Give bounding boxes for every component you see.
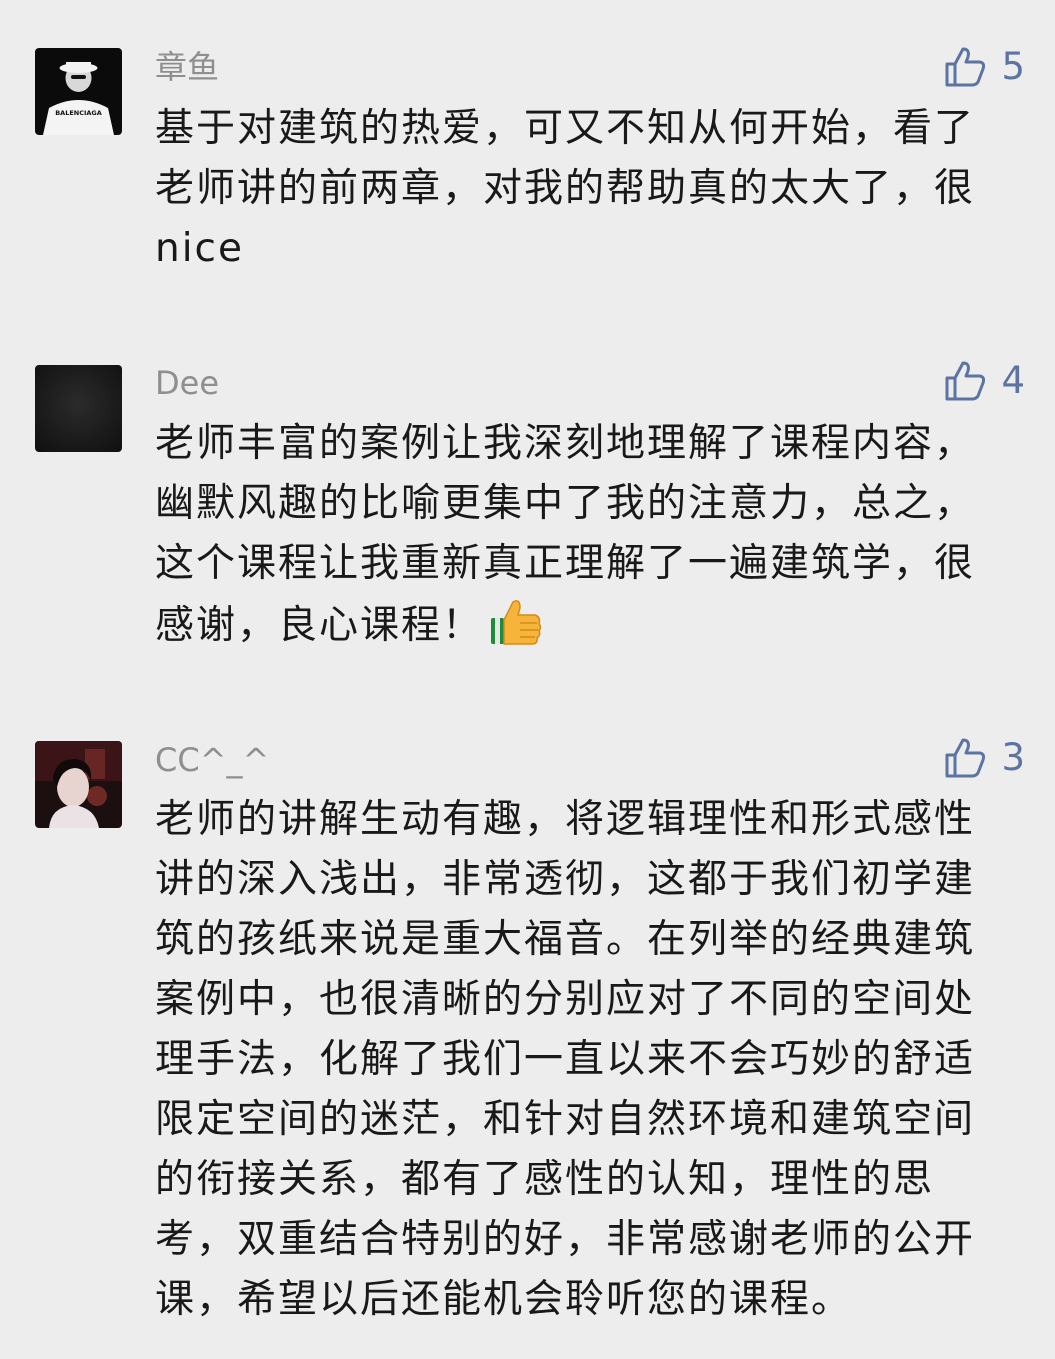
comment-line: 基于对建筑的热爱，可又不知从何开始，看了 <box>155 106 976 151</box>
comment-line: 案例中，也很清晰的分别应对了不同的空间处 <box>155 977 976 1022</box>
avatar-image <box>35 741 122 828</box>
comment-text: 老师丰富的案例让我深刻地理解了课程内容， 幽默风趣的比喻更集中了我的注意力，总之… <box>155 414 1025 656</box>
comment-line: 课，希望以后还能机会聆听您的课程。 <box>155 1277 853 1322</box>
username[interactable]: 章鱼 <box>155 47 219 87</box>
avatar-shirt-print: BALENCIAGA <box>55 109 102 117</box>
comment-line: 老师讲的前两章，对我的帮助真的太大了，很 <box>155 166 976 211</box>
avatar-image <box>35 365 122 452</box>
comment-line: 幽默风趣的比喻更集中了我的注意力，总之， <box>155 481 976 526</box>
like-button[interactable]: 3 <box>943 733 1025 783</box>
like-count: 5 <box>1001 45 1025 88</box>
like-count: 3 <box>1001 736 1025 779</box>
comment-line: 的衔接关系，都有了感性的认知，理性的思 <box>155 1157 935 1202</box>
comment-line: 这个课程让我重新真正理解了一遍建筑学，很 <box>155 541 976 586</box>
like-button[interactable]: 4 <box>943 356 1025 406</box>
avatar[interactable] <box>35 365 122 452</box>
username[interactable]: Dee <box>155 363 219 403</box>
avatar[interactable] <box>35 741 122 828</box>
thumbs-up-outline-icon <box>945 47 986 87</box>
thumbs-up-emoji <box>489 594 543 648</box>
comment-line: nice <box>155 226 244 271</box>
comment-line: 讲的深入浅出，非常透彻，这都于我们初学建 <box>155 857 976 902</box>
avatar-image: BALENCIAGA <box>35 48 122 135</box>
thumbs-up-outline-icon <box>945 738 986 778</box>
avatar[interactable]: BALENCIAGA <box>35 48 122 135</box>
comment-line: 筑的孩纸来说是重大福音。在列举的经典建筑 <box>155 917 976 962</box>
comment-line: 理手法，化解了我们一直以来不会巧妙的舒适 <box>155 1037 976 1082</box>
comment-text: 基于对建筑的热爱，可又不知从何开始，看了 老师讲的前两章，对我的帮助真的太大了，… <box>155 99 1025 279</box>
thumbs-up-outline-icon <box>945 361 986 401</box>
comment-text: 老师的讲解生动有趣，将逻辑理性和形式感性 讲的深入浅出，非常透彻，这都于我们初学… <box>155 790 1025 1330</box>
comment-line: 感谢，良心课程！ <box>155 603 484 648</box>
comment-line: 考，双重结合特别的好，非常感谢老师的公开 <box>155 1217 976 1262</box>
username[interactable]: CC^_^ <box>155 740 269 780</box>
like-button[interactable]: 5 <box>943 42 1025 92</box>
comment-line: 老师的讲解生动有趣，将逻辑理性和形式感性 <box>155 797 976 842</box>
comment-line: 限定空间的迷茫，和针对自然环境和建筑空间 <box>155 1097 976 1142</box>
comment-line-last: 感谢，良心课程！ <box>155 594 1025 656</box>
like-count: 4 <box>1001 359 1025 402</box>
comment-line: 老师丰富的案例让我深刻地理解了课程内容， <box>155 421 976 466</box>
